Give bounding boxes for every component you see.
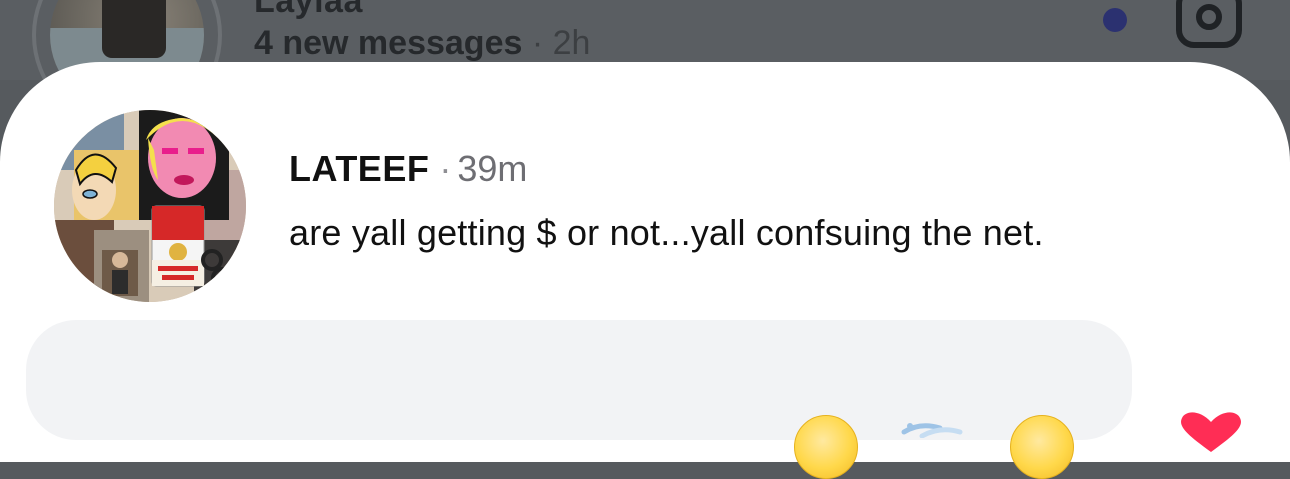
sender-line: LATEEF · 39m [289,148,527,190]
sender-name: LATEEF [289,148,430,189]
sender-separator: · [439,148,452,189]
emoji-face-icon[interactable] [1010,415,1074,479]
avatar[interactable] [54,110,246,302]
preview-time: 2h [552,24,591,62]
conversation-preview: 4 new messages · 2h [254,24,590,63]
camera-icon[interactable] [1176,0,1242,48]
conversation-name: Laylaa [254,0,363,20]
reply-input[interactable] [26,320,1132,440]
message-text: are yall getting $ or not...yall confsui… [289,212,1044,253]
preview-separator: · [531,24,544,62]
emoji-wind-icon[interactable] [900,418,964,438]
message-time: 39m [457,148,528,189]
emoji-face-icon[interactable] [794,415,858,479]
preview-text: 4 new messages [254,24,523,62]
unread-dot [1103,8,1127,32]
heart-icon[interactable] [1176,412,1246,452]
